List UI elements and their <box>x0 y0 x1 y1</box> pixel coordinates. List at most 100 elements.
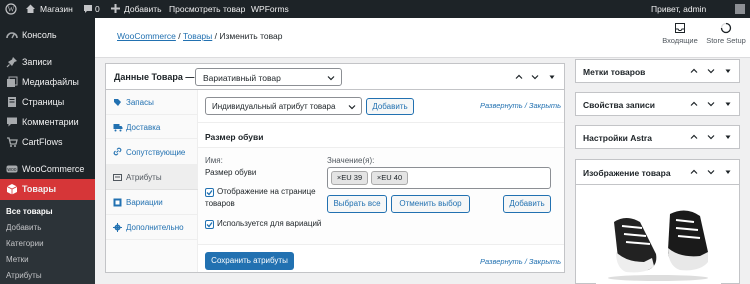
select-all-button[interactable]: Выбрать все <box>327 195 387 213</box>
toggle-panel-icon[interactable] <box>724 100 732 108</box>
sidebar-item-comments[interactable]: Комментарии <box>0 112 95 132</box>
breadcrumb-woocommerce[interactable]: WooCommerce <box>117 31 176 41</box>
admin-sidebar: Консоль Записи Медиафайлы Страницы Комме… <box>0 18 95 284</box>
tab-shipping[interactable]: Доставка <box>106 115 198 139</box>
save-attributes-button[interactable]: Сохранить атрибуты <box>205 252 294 270</box>
sidebar-item-products[interactable]: Товары <box>0 179 95 200</box>
expand-collapse-link-bottom[interactable]: Развернуть / Закрыть <box>480 257 561 266</box>
sidebar-item-pages[interactable]: Страницы <box>0 92 95 112</box>
move-down-icon[interactable] <box>707 133 715 141</box>
home-icon[interactable] <box>25 0 36 18</box>
add-new-link[interactable]: Добавить <box>124 0 162 18</box>
chevron-down-icon <box>348 105 356 110</box>
product-data-tabs: Запасы Доставка Сопутствующие Атрибуты В… <box>106 90 198 272</box>
comment-icon[interactable] <box>83 0 93 18</box>
store-setup-label: Store Setup <box>706 36 746 45</box>
sidebar-item-dashboard[interactable]: Консоль <box>0 25 95 45</box>
wpforms-link[interactable]: WPForms <box>251 0 289 18</box>
tab-variations[interactable]: Вариации <box>106 190 198 215</box>
post-properties-panel: Свойства записи <box>575 92 740 116</box>
product-data-panel: Данные Товара — Вариативный товар Запасы… <box>105 63 565 273</box>
plus-icon[interactable] <box>111 0 120 18</box>
move-up-icon[interactable] <box>690 133 698 141</box>
submenu-attributes[interactable]: Атрибуты <box>6 271 42 280</box>
add-attribute-button[interactable]: Добавить <box>366 98 414 115</box>
add-value-button[interactable]: Добавить <box>503 195 551 213</box>
move-up-icon[interactable] <box>690 100 698 108</box>
chevron-down-icon <box>327 76 335 81</box>
products-icon <box>6 184 18 195</box>
visible-checkbox-label: Отображение на странице <box>217 187 316 196</box>
tab-inventory[interactable]: Запасы <box>106 90 198 115</box>
move-down-icon[interactable] <box>707 67 715 75</box>
product-type-value: Вариативный товар <box>203 73 281 83</box>
media-icon <box>7 76 18 87</box>
move-down-icon[interactable] <box>707 168 715 176</box>
inbox-button[interactable]: Входящие <box>658 22 702 52</box>
comment-icon <box>7 117 17 127</box>
truck-icon <box>113 124 123 132</box>
tab-linked-products[interactable]: Сопутствующие <box>106 139 198 165</box>
panel-title: Свойства записи <box>583 100 655 110</box>
visible-on-product-checkbox[interactable] <box>205 188 214 197</box>
submenu-tags[interactable]: Метки <box>6 255 29 264</box>
product-data-title: Данные Товара — <box>114 72 195 82</box>
avatar[interactable] <box>735 0 745 18</box>
value-chip[interactable]: ×EU 39 <box>331 171 368 185</box>
move-down-icon[interactable] <box>531 73 539 81</box>
sidebar-item-label: Консоль <box>22 30 57 40</box>
panel-header: Изображение товара <box>576 160 739 185</box>
page-icon <box>8 97 16 107</box>
comments-count[interactable]: 0 <box>95 0 100 18</box>
attribute-row-header[interactable]: Размер обуви <box>198 122 564 148</box>
submenu-all-products[interactable]: Все товары <box>6 207 53 216</box>
expand-collapse-link[interactable]: Развернуть / Закрыть <box>480 101 561 110</box>
sidebar-item-label: Товары <box>22 184 57 194</box>
sidebar-item-label: CartFlows <box>22 137 63 147</box>
values-multiselect[interactable]: ×EU 39 ×EU 40 <box>327 167 551 189</box>
sidebar-item-woocommerce[interactable]: woo WooCommerce <box>0 159 95 179</box>
sidebar-item-label: Комментарии <box>22 117 79 127</box>
sidebar-item-cartflows[interactable]: CartFlows <box>0 132 95 152</box>
wordpress-icon[interactable]: W <box>5 0 17 18</box>
toggle-panel-icon[interactable] <box>548 73 556 81</box>
move-up-icon[interactable] <box>690 67 698 75</box>
tab-attributes[interactable]: Атрибуты <box>106 165 198 190</box>
variations-checkbox-label: Используется для вариаций <box>217 219 322 228</box>
link-icon <box>113 147 122 156</box>
submenu-categories[interactable]: Категории <box>6 239 44 248</box>
move-down-icon[interactable] <box>707 100 715 108</box>
used-for-variations-checkbox[interactable] <box>205 220 214 229</box>
sidebar-item-media[interactable]: Медиафайлы <box>0 72 95 92</box>
attributes-icon <box>113 174 122 181</box>
product-image[interactable] <box>596 192 721 284</box>
attribute-name-value[interactable]: Размер обуви <box>205 168 256 177</box>
product-type-select[interactable]: Вариативный товар <box>195 68 342 86</box>
variations-icon <box>113 198 122 207</box>
submenu-add-new[interactable]: Добавить <box>6 223 41 232</box>
toggle-panel-icon[interactable] <box>724 67 732 75</box>
product-data-header: Данные Товара — Вариативный товар <box>106 64 564 90</box>
sidebar-item-posts[interactable]: Записи <box>0 52 95 72</box>
site-name-link[interactable]: Магазин <box>40 0 73 18</box>
cartflows-icon <box>7 137 18 147</box>
attribute-type-value: Индивидуальный атрибут товара <box>212 102 336 111</box>
view-product-link[interactable]: Просмотреть товар <box>169 0 245 18</box>
sidebar-item-label: WooCommerce <box>22 164 85 174</box>
admin-bar: W Магазин 0 Добавить Просмотреть товар W… <box>0 0 750 18</box>
breadcrumb-products[interactable]: Товары <box>183 31 212 41</box>
store-setup-button[interactable]: Store Setup <box>703 22 749 52</box>
breadcrumb-current: Изменить товар <box>219 31 283 41</box>
deselect-button[interactable]: Отменить выбор <box>391 195 470 213</box>
move-up-icon[interactable] <box>690 168 698 176</box>
value-chip[interactable]: ×EU 40 <box>371 171 408 185</box>
tab-label: Сопутствующие <box>126 148 186 157</box>
toggle-panel-icon[interactable] <box>724 133 732 141</box>
products-submenu: Все товары Добавить Категории Метки Атри… <box>0 200 95 284</box>
toggle-panel-icon[interactable] <box>724 168 732 176</box>
move-up-icon[interactable] <box>515 73 523 81</box>
astra-settings-panel: Настройки Astra <box>575 125 740 149</box>
greeting-link[interactable]: Привет, admin <box>651 0 706 18</box>
tab-advanced[interactable]: Дополнительно <box>106 215 198 240</box>
attribute-type-select[interactable]: Индивидуальный атрибут товара <box>205 97 362 115</box>
